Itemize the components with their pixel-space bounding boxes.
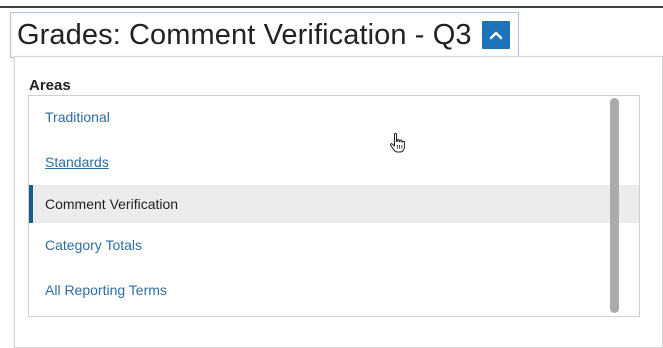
list-item-category-totals[interactable]: Category Totals (29, 226, 639, 264)
page-title-dropdown[interactable]: Grades: Comment Verification - Q3 (10, 12, 519, 58)
list-scrollbar[interactable] (610, 98, 619, 313)
list-item-standards[interactable]: Standards (29, 143, 639, 181)
list-item-label: Traditional (45, 109, 110, 125)
chevron-up-icon (489, 31, 502, 40)
areas-dropdown-panel: Areas Traditional Standards Comment Veri… (14, 56, 663, 348)
list-item-traditional[interactable]: Traditional (29, 98, 639, 136)
areas-heading: Areas (29, 77, 71, 94)
hand-pointer-icon (389, 132, 405, 153)
list-item-label: Category Totals (45, 237, 143, 253)
list-item-comment-verification[interactable]: Comment Verification (29, 185, 639, 223)
collapse-dropdown-button[interactable] (481, 21, 510, 49)
areas-list: Traditional Standards Comment Verificati… (28, 95, 640, 317)
list-item-label: All Reporting Terms (45, 282, 167, 298)
list-item-all-reporting-terms[interactable]: All Reporting Terms (29, 271, 639, 309)
list-item-label: Comment Verification (45, 196, 179, 212)
top-divider (0, 6, 663, 8)
list-item-label: Standards (45, 154, 109, 170)
page-title: Grades: Comment Verification - Q3 (17, 18, 472, 51)
